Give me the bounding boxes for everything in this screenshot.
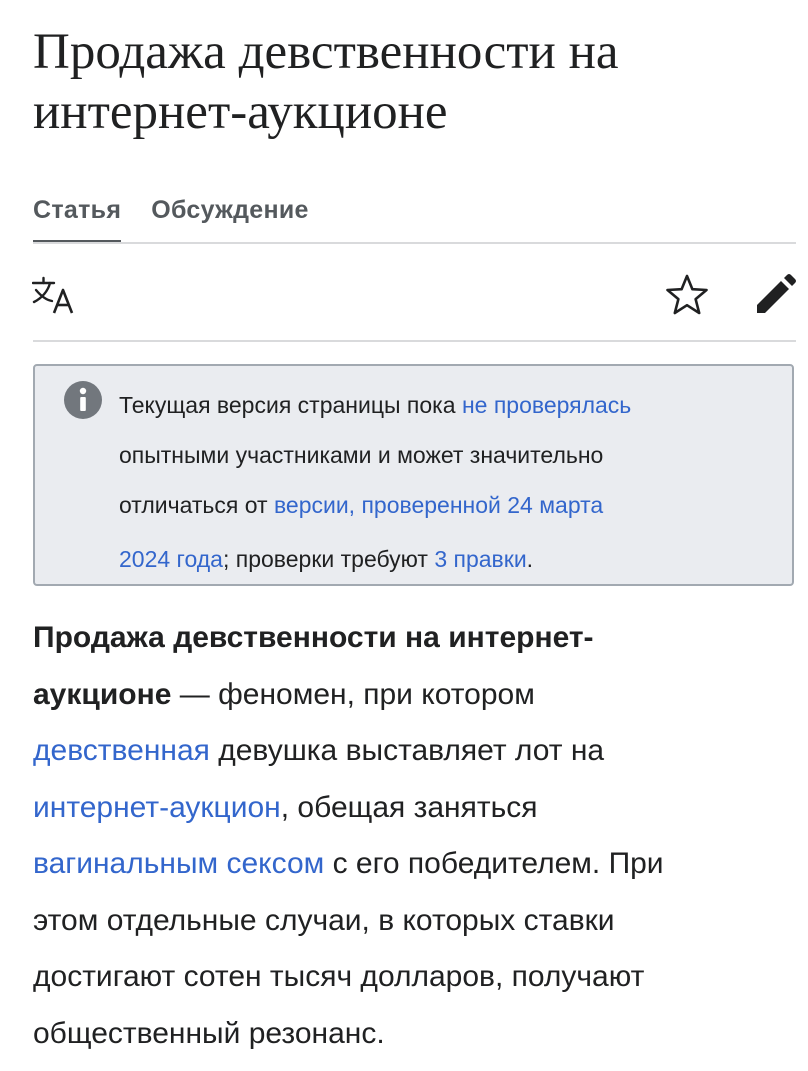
notice-line-3: отличаться от версии, проверенной 24 мар… <box>119 480 779 530</box>
lead-line-2: аукционе — феномен, при котором <box>33 667 803 724</box>
lead-line-1: Продажа девственности на интернет- <box>33 610 803 667</box>
article-subject-bold-cont: аукционе <box>33 677 172 711</box>
pending-edits-link[interactable]: 3 правки <box>434 546 526 572</box>
page-title-line-1: Продажа девственности на <box>33 24 619 80</box>
notice-line-1: Текущая версия страницы пока не проверял… <box>119 380 779 430</box>
lead-line-5: вагинальным сексом с его победителем. Пр… <box>33 836 803 893</box>
lead-text-3: девушка выставляет лот на <box>209 734 605 767</box>
lead-text-4: , обещая заняться <box>280 790 538 824</box>
lead-paragraph: Продажа девственности на интернет- аукци… <box>33 610 803 1062</box>
notice-text-3: отличаться от <box>119 492 274 518</box>
notice-text-end: . <box>526 546 534 572</box>
reviewed-version-link[interactable]: версии, проверенной 24 марта <box>274 492 603 518</box>
tab-discussion[interactable]: Обсуждение <box>151 190 309 242</box>
unreviewed-version-notice: Текущая версия страницы пока не проверял… <box>33 364 794 586</box>
language-icon[interactable] <box>31 276 76 316</box>
lead-line-7: достигают сотен тысяч долларов, получают <box>33 960 645 993</box>
tabs-divider <box>33 242 796 244</box>
info-icon <box>63 380 103 420</box>
namespace-tabs: Статья Обсуждение <box>33 190 339 244</box>
internet-auction-link[interactable]: интернет-аукцион <box>33 791 281 824</box>
edit-pencil-icon[interactable] <box>752 272 798 318</box>
tab-article[interactable]: Статья <box>33 190 122 244</box>
notice-text-4: ; проверки требуют <box>222 546 435 572</box>
page-title-line-2: интернет-аукционе <box>33 84 448 140</box>
article-subject-bold: Продажа девственности на интернет- <box>33 621 594 654</box>
vaginal-sex-link[interactable]: вагинальным сексом <box>33 847 324 880</box>
lead-line-3: девственная девушка выставляет лот на <box>33 723 803 780</box>
virgin-link[interactable]: девственная <box>33 734 210 767</box>
page-title: Продажа девственности на интернет-аукцио… <box>33 22 793 142</box>
lead-line-6: этом отдельные случаи, в которых ставки <box>33 903 615 937</box>
lead-line-8: общественный резонанс. <box>33 1016 385 1050</box>
toolbar-divider <box>33 340 796 342</box>
star-icon[interactable] <box>664 272 710 318</box>
notice-text: Текущая версия страницы пока не проверял… <box>119 380 779 584</box>
reviewed-version-link-cont[interactable]: 2024 года <box>119 546 223 572</box>
notice-line-2: опытными участниками и может значительно <box>119 442 604 468</box>
notice-text-1: Текущая версия страницы пока <box>119 392 462 418</box>
lead-text-5: с его победителем. При <box>324 847 664 880</box>
notice-line-4: 2024 года; проверки требуют 3 правки. <box>119 534 779 584</box>
not-reviewed-link[interactable]: не проверялась <box>462 392 631 418</box>
lead-line-4: интернет-аукцион, обещая заняться <box>33 780 803 837</box>
lead-text-2: — феномен, при котором <box>171 677 535 711</box>
